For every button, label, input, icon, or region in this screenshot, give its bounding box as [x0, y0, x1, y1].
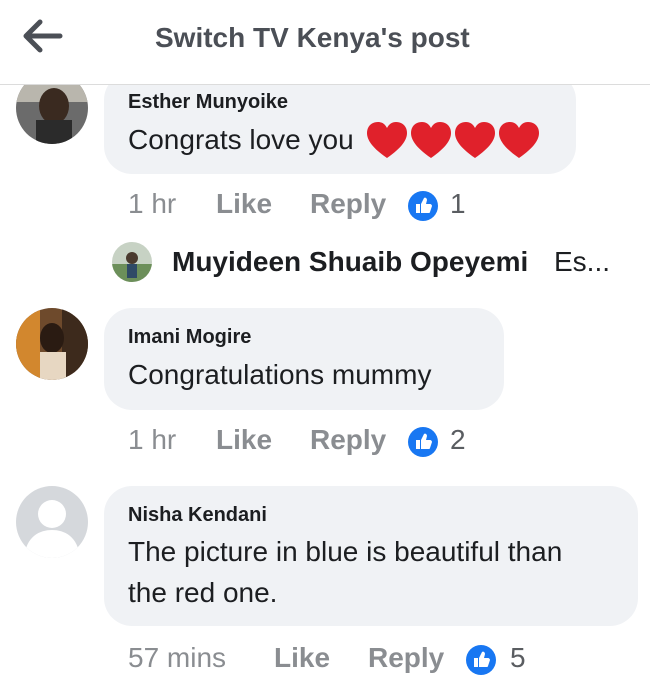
comment-text: Congrats love you	[128, 119, 540, 162]
comment-time[interactable]: 1 hr	[128, 188, 176, 220]
reply-avatar[interactable]	[112, 242, 152, 282]
comment-bubble[interactable]: Nisha Kendani The picture in blue is bea…	[104, 486, 638, 626]
comment-text-line: the red one.	[128, 577, 278, 608]
default-profile-icon	[16, 486, 88, 558]
comment-author[interactable]: Nisha Kendani	[128, 504, 267, 527]
comment-actions: 1 hr Like Reply 1	[128, 188, 528, 228]
reaction-count[interactable]: 2	[450, 424, 466, 456]
comment-text-line: The picture in blue is beautiful than	[128, 536, 563, 567]
comment-bubble[interactable]: Imani Mogire Congratulations mummy	[104, 308, 504, 410]
comment-time[interactable]: 1 hr	[128, 424, 176, 456]
avatar-photo	[16, 308, 88, 380]
like-button[interactable]: Like	[274, 642, 330, 674]
comment-author[interactable]: Imani Mogire	[128, 326, 251, 349]
avatar[interactable]	[16, 308, 88, 380]
like-reaction-icon	[408, 427, 438, 457]
comment-bubble[interactable]: Esther Munyoike Congrats love you	[104, 72, 576, 174]
comment-text-content: Congrats love you	[128, 124, 354, 155]
comment-actions: 1 hr Like Reply 2	[128, 424, 528, 464]
reaction-count[interactable]: 1	[450, 188, 466, 220]
reply-text: Es...	[554, 246, 611, 277]
heart-emoji-icon	[367, 121, 540, 158]
reaction-count[interactable]: 5	[510, 642, 526, 674]
reply-button[interactable]: Reply	[310, 188, 386, 220]
reply-author[interactable]: Muyideen Shuaib Opeyemi	[172, 246, 528, 278]
like-button[interactable]: Like	[216, 424, 272, 456]
reply-button[interactable]: Reply	[310, 424, 386, 456]
like-reaction-icon	[408, 191, 438, 221]
reply-preview[interactable]: Muyideen Shuaib Opeyemi Es...	[112, 242, 642, 286]
arrow-left-icon	[23, 19, 63, 53]
avatar[interactable]	[16, 486, 88, 558]
comment-time[interactable]: 57 mins	[128, 642, 226, 674]
reply-avatar-photo	[112, 242, 152, 282]
top-bar: Switch TV Kenya's post	[0, 0, 650, 85]
back-button[interactable]	[22, 18, 64, 54]
like-reaction-icon	[466, 645, 496, 675]
comment-text: Congratulations mummy	[128, 359, 432, 390]
reply-button[interactable]: Reply	[368, 642, 444, 674]
like-button[interactable]: Like	[216, 188, 272, 220]
comment-author[interactable]: Esther Munyoike	[128, 91, 288, 114]
comment-actions: 57 mins Like Reply 5	[128, 642, 548, 682]
page-title: Switch TV Kenya's post	[155, 22, 470, 53]
